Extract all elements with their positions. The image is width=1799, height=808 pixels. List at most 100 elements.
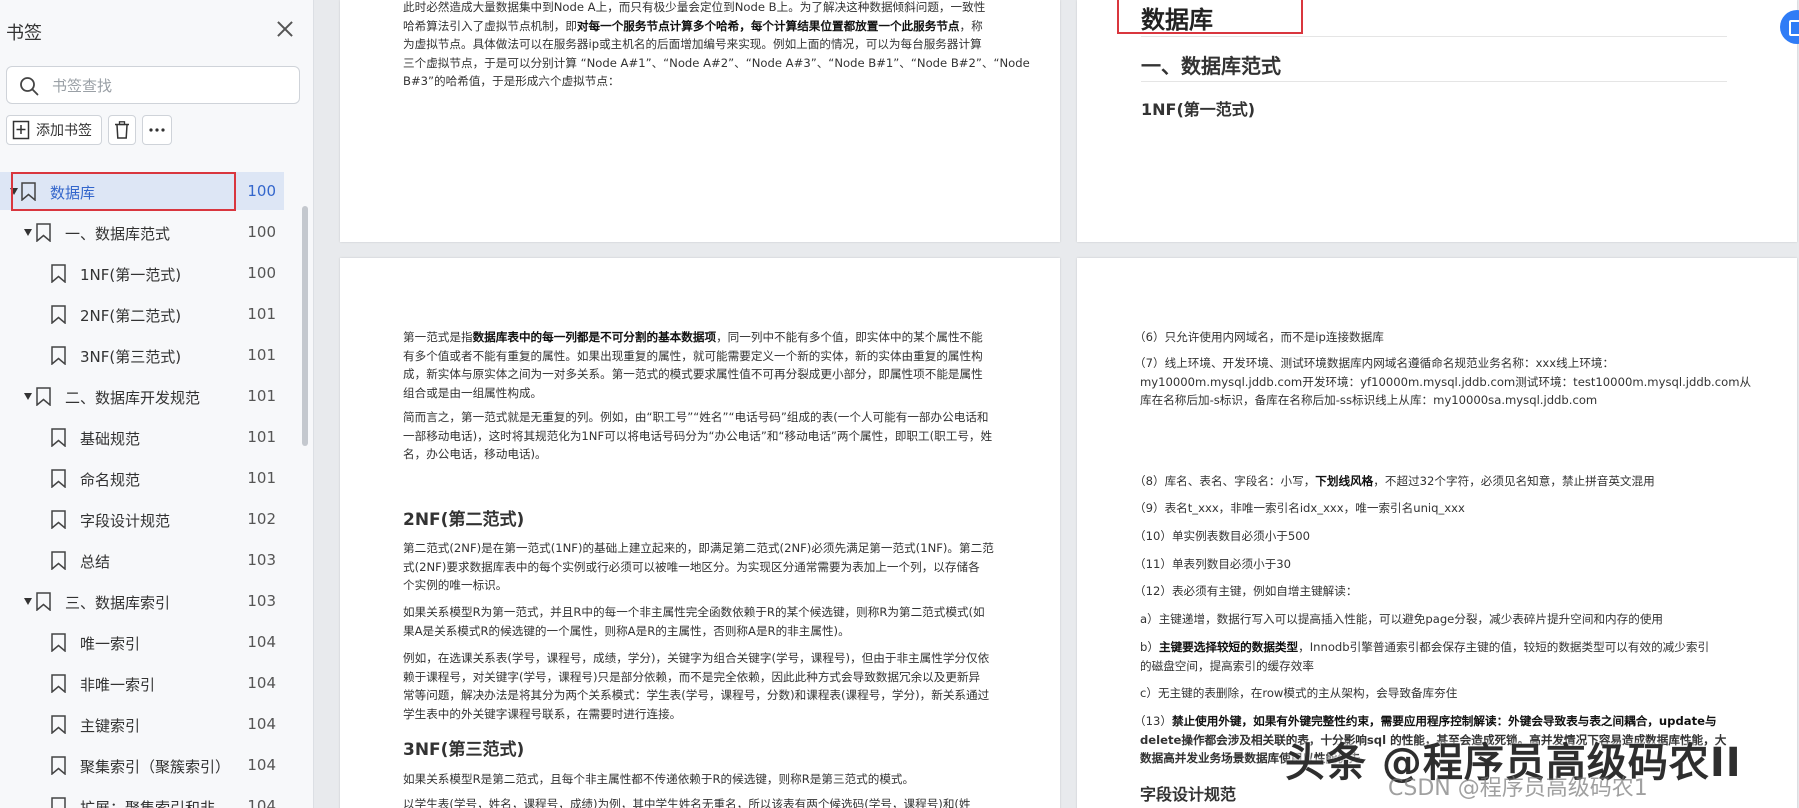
bookmark-label: 唯一索引 <box>80 635 141 653</box>
paragraph-2nf-model: 如果关系模型R为第一范式，并且R中的每一个非主属性完全函数依赖于R的某个候选键，… <box>403 603 1023 640</box>
search-icon <box>20 77 39 96</box>
heading-2nf: 2NF(第二范式) <box>403 510 525 530</box>
heading-database: 数据库 <box>1141 6 1213 34</box>
bookmark-icon <box>51 346 66 365</box>
bookmark-label: 数据库 <box>50 184 96 202</box>
bookmark-item-dev-standards[interactable]: 二、数据库开发规范 101 <box>0 377 284 415</box>
text-line: 为虚拟节点。具体做法可以在服务器ip或主机名的后面增加编号来实现。例如上面的情况… <box>403 37 982 51</box>
text-line: 赖于课程号，对关键字(学号，课程号)只是部分依赖，而不是完全依赖，因此此种方式会… <box>403 669 981 684</box>
bookmark-label: 三、数据库索引 <box>65 594 171 612</box>
bold-text: 主键要选择较短的数据类型 <box>1158 640 1299 654</box>
bookmark-item-field-design[interactable]: 字段设计规范 102 <box>0 500 284 538</box>
bookmark-label: 3NF(第三范式) <box>80 348 182 366</box>
rule-10: （10）单实例表数目必须小于500 <box>1134 529 1311 543</box>
text-line: （13）禁止使用外键，如果有外键完整性约束，需要应用程序控制解读：外键会导致表与… <box>1134 712 1780 731</box>
add-bookmark-label: 添加书签 <box>36 123 92 139</box>
bookmark-icon <box>51 756 66 775</box>
bookmark-item-clustered-index[interactable]: 聚集索引（聚簇索引） 104 <box>0 746 284 784</box>
rule-6: （6）只允许使用内网域名，而不是ip连接数据库 <box>1134 330 1384 344</box>
bookmark-item-summary[interactable]: 总结 103 <box>0 541 284 579</box>
bookmark-icon <box>51 633 66 652</box>
text-span: b） <box>1140 640 1159 654</box>
more-options-button[interactable] <box>142 115 172 145</box>
text-line: 此时必然造成大量数据集中到Node A上，而只有极少量会定位到Node B上。为… <box>403 0 986 14</box>
delete-bookmark-button[interactable] <box>108 115 136 145</box>
bookmark-item-database[interactable]: 数据库 100 <box>0 172 284 210</box>
bookmark-icon <box>21 182 36 201</box>
bookmark-sidebar: 书签 添加书签 <box>0 0 314 808</box>
bookmark-item-1nf[interactable]: 1NF(第一范式) 100 <box>0 254 284 292</box>
text-line: 例如，在选课关系表(学号，课程号，成绩，学分)，关键字为组合关键字(学号，课程号… <box>403 651 990 665</box>
bookmark-page-number: 104 <box>247 715 276 733</box>
text-line: 学生表中的外关键字课程号联系，在需要时进行连接。 <box>403 706 682 721</box>
collapse-arrow-icon[interactable] <box>24 229 32 236</box>
bold-text: 禁止使用外键，如果有外键完整性约束，需要应用程序控制解读：外键会导致表与表之间耦… <box>1171 714 1717 728</box>
bookmark-item-primary-key-index[interactable]: 主键索引 104 <box>0 705 284 743</box>
text-line: 式(2NF)要求数据库表中的每个实例或行必须可以被唯一地区分。为实现区分通常需要… <box>403 559 980 574</box>
paragraph-1nf-definition: 第一范式是指数据库表中的每一列都是不可分割的基本数据项，同一列中不能有多个值，即… <box>403 328 1023 402</box>
text-line: 组合或是由一组属性构成。 <box>403 385 543 400</box>
bookmark-item-naming-standards[interactable]: 命名规范 101 <box>0 459 284 497</box>
bookmark-item-unique-index[interactable]: 唯一索引 104 <box>0 623 284 661</box>
sidebar-title: 书签 <box>6 23 42 44</box>
bookmark-icon <box>51 428 66 447</box>
document-page-top-right: 数据库 一、数据库范式 1NF(第一范式) <box>1077 0 1797 242</box>
text-span: （8）库名、表名、字段名：小写， <box>1134 474 1316 488</box>
paragraph-3nf: 如果关系模型R是第二范式，且每个非主属性都不传递依赖于R的候选键，则称R是第三范… <box>403 770 1023 808</box>
text-span: ，称 <box>959 18 983 33</box>
bookmark-label: 一、数据库范式 <box>65 225 171 243</box>
rule-12-c: c）无主键的表删除，在row模式的主从架构，会导致备库夯住 <box>1140 686 1458 700</box>
bookmark-item-db-index[interactable]: 三、数据库索引 103 <box>0 582 284 620</box>
bold-text: 对每一个服务节点计算多个哈希，每个计算结果位置都放置一个此服务节点 <box>576 18 960 33</box>
trash-icon <box>115 121 129 139</box>
rule-7: （7）线上环境、开发环境、测试环境数据库内网域名遵循命名规范业务名称：xxx线上… <box>1134 354 1780 410</box>
bookmark-icon <box>36 223 51 242</box>
bookmark-item-basic-standards[interactable]: 基础规范 101 <box>0 418 284 456</box>
text-line: b）主键要选择较短的数据类型，Innodb引擎普通索引都会保存主键的值，较短的数… <box>1140 638 1780 657</box>
text-line: 一部移动电话)，这时将其规范化为1NF可以将电话号码分为“办公电话”和“移动电话… <box>403 428 993 443</box>
bookmark-item-clustered-extension[interactable]: 扩展：聚集索引和非 104 <box>0 787 284 808</box>
text-line: 第二范式(2NF)是在第一范式(1NF)的基础上建立起来的，即满足第二范式(2N… <box>403 541 994 555</box>
rule-11: （11）单表列数目必须小于30 <box>1134 557 1292 571</box>
text-line: 如果关系模型R为第一范式，并且R中的每一个非主属性完全函数依赖于R的某个候选键，… <box>403 605 985 619</box>
bookmark-item-non-unique-index[interactable]: 非唯一索引 104 <box>0 664 284 702</box>
sidebar-scrollbar[interactable] <box>302 206 308 446</box>
collapse-arrow-icon[interactable] <box>10 188 18 195</box>
paragraph-2nf-definition: 第二范式(2NF)是在第一范式(1NF)的基础上建立起来的，即满足第二范式(2N… <box>403 539 1023 595</box>
text-line: 三个虚拟节点，于是可以分别计算 “Node A#1”、“Node A#2”、“N… <box>403 55 1030 70</box>
divider <box>1141 36 1727 37</box>
add-bookmark-button[interactable]: 添加书签 <box>6 115 102 145</box>
bookmark-label: 主键索引 <box>80 717 141 735</box>
bookmark-search-input[interactable] <box>52 74 292 98</box>
bookmark-icon <box>51 305 66 324</box>
rule-12-a: a）主键递增，数据行写入可以提高插入性能，可以避免page分裂，减少表碎片提升空… <box>1140 612 1664 626</box>
rule-12: （12）表必须有主键，例如自增主键解读： <box>1134 584 1358 598</box>
bookmark-page-number: 101 <box>247 346 276 364</box>
text-span: ，同一列中不能有多个值，即实体中的某个属性不能 <box>716 330 983 344</box>
collapse-arrow-icon[interactable] <box>24 598 32 605</box>
bookmark-page-number: 104 <box>247 756 276 774</box>
bookmark-page-number: 102 <box>247 510 276 528</box>
text-line: 第一范式是指数据库表中的每一列都是不可分割的基本数据项，同一列中不能有多个值，即… <box>403 328 1023 347</box>
bookmark-search-box[interactable] <box>6 66 300 104</box>
text-line: （7）线上环境、开发环境、测试环境数据库内网域名遵循命名规范业务名称：xxx线上… <box>1134 356 1615 370</box>
bookmark-item-2nf[interactable]: 2NF(第二范式) 101 <box>0 295 284 333</box>
text-span: 第一范式是指 <box>403 330 473 344</box>
bookmark-page-number: 101 <box>247 428 276 446</box>
close-icon[interactable] <box>274 18 296 40</box>
collapse-arrow-icon[interactable] <box>24 393 32 400</box>
bookmark-page-number: 103 <box>247 592 276 610</box>
bookmark-item-3nf[interactable]: 3NF(第三范式) 101 <box>0 336 284 374</box>
bookmark-item-db-normal-forms[interactable]: 一、数据库范式 100 <box>0 213 284 251</box>
text-line: 成，新实体与原实体之间为一对多关系。第一范式的模式要求属性值不可再分裂成更小部分… <box>403 367 983 381</box>
bookmark-page-number: 100 <box>247 182 276 200</box>
bookmark-page-number: 104 <box>247 674 276 692</box>
bookmark-label: 总结 <box>80 553 111 571</box>
text-line: 有多个值或者不能有重复的属性。如果出现重复的属性，就可能需要定义一个新的实体，新… <box>403 348 983 363</box>
bookmark-label: 1NF(第一范式) <box>80 266 182 284</box>
bookmark-page-number: 101 <box>247 387 276 405</box>
bookmark-label: 非唯一索引 <box>80 676 156 694</box>
bookmark-page-number: 101 <box>247 469 276 487</box>
text-line: 库在名称后加-s标识，备库在名称后加-ss标识线上从库：my10000sa.my… <box>1140 393 1598 407</box>
text-line: B#3”的哈希值，于是形成六个虚拟节点： <box>403 74 620 88</box>
